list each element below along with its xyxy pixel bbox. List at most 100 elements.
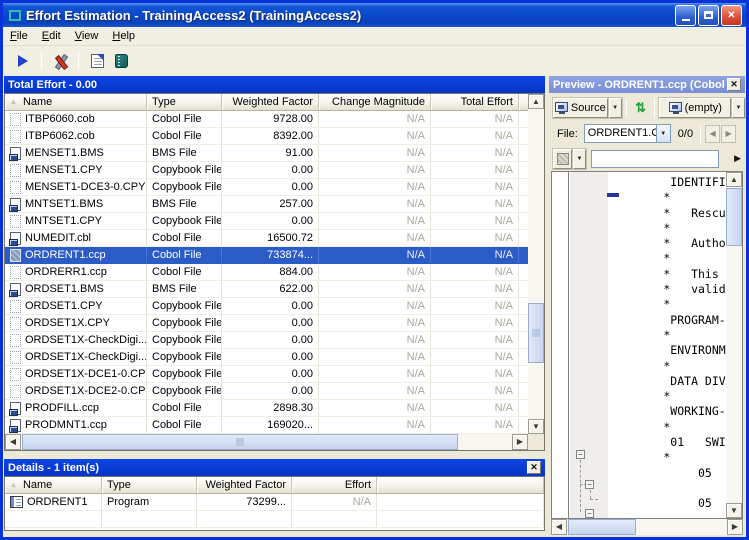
menu-view[interactable]: View xyxy=(68,28,106,44)
table-row[interactable]: PRODFILL.ccpCobol File2898.30N/AN/A xyxy=(5,400,528,417)
code-hscrollbar[interactable]: ◀ ▶ xyxy=(551,519,743,535)
cell-total-effort: N/A xyxy=(431,128,519,144)
next-file-button[interactable]: ▶ xyxy=(721,125,736,143)
table-row[interactable]: ORDSET1X-CheckDigi...Copybook File0.00N/… xyxy=(5,332,528,349)
column-header-type[interactable]: Type xyxy=(102,477,197,494)
column-header-total-effort[interactable]: Total Effort xyxy=(431,94,519,111)
hscroll-thumb[interactable] xyxy=(568,519,636,535)
table-row[interactable]: MNTSET1.CPYCopybook File0.00N/AN/A xyxy=(5,213,528,230)
cell-value: N/A xyxy=(495,130,513,142)
page-dashed-icon xyxy=(10,130,21,143)
cell-value: 91.00 xyxy=(285,147,313,159)
cell-weighted-factor: 0.00 xyxy=(222,179,319,195)
vscroll-thumb[interactable] xyxy=(726,188,742,246)
cell-change-magnitude: N/A xyxy=(319,179,431,195)
options-button[interactable] xyxy=(48,50,72,72)
menu-file[interactable]: File xyxy=(3,28,35,44)
cell-total-effort: N/A xyxy=(431,213,519,229)
marker-style-dropdown[interactable]: ▼ xyxy=(573,149,586,169)
table-row[interactable]: ITBP6060.cobCobol File9728.00N/AN/A xyxy=(5,111,528,128)
table-row[interactable]: MENSET1.CPYCopybook File0.00N/AN/A xyxy=(5,162,528,179)
table-row[interactable]: ORDSET1.BMSBMS File622.00N/AN/A xyxy=(5,281,528,298)
column-header-weighted-factor[interactable]: Weighted Factor xyxy=(197,477,292,494)
table-row[interactable]: ITBP6062.cobCobol File8392.00N/AN/A xyxy=(5,128,528,145)
fold-collapse-marker[interactable] xyxy=(607,193,619,197)
cell-type: Copybook File xyxy=(147,383,222,399)
details-close-button[interactable]: ✕ xyxy=(527,461,541,474)
menu-edit[interactable]: Edit xyxy=(35,28,68,44)
file-name: ORDRENT1.ccp xyxy=(25,249,106,261)
table-row[interactable]: NUMEDIT.cblCobol File16500.72N/AN/A xyxy=(5,230,528,247)
cell-value: N/A xyxy=(407,419,425,431)
marker-style-button[interactable] xyxy=(553,149,572,169)
scroll-up-button[interactable]: ▲ xyxy=(528,94,544,109)
search-next-button[interactable]: ▶ xyxy=(734,153,741,164)
toolbar-separator xyxy=(41,52,42,70)
code-text[interactable]: IDENTIFI * * RescueW * * Author: * * Thi… xyxy=(608,175,740,512)
search-input[interactable] xyxy=(591,150,719,168)
table-row[interactable]: ORDRENT1.ccpCobol File733874...N/AN/A xyxy=(5,247,528,264)
fold-toggle-icon[interactable]: − xyxy=(576,450,585,459)
scroll-down-button[interactable]: ▼ xyxy=(726,503,742,518)
cell-total-effort: N/A xyxy=(431,162,519,178)
column-header-label: Type xyxy=(107,479,131,491)
cell-value: 16500.72 xyxy=(267,232,313,244)
cell-value: Copybook File xyxy=(152,164,222,176)
fold-toggle-icon[interactable]: − xyxy=(585,509,594,518)
column-header-effort[interactable]: Effort xyxy=(292,477,377,494)
preview-close-button[interactable]: ✕ xyxy=(727,78,741,91)
maximize-button[interactable] xyxy=(698,5,719,26)
hscroll-thumb[interactable] xyxy=(22,434,458,450)
cell-name: ORDSET1X-DCE2-0.CPY xyxy=(5,383,147,399)
empty-view-dropdown[interactable]: ▼ xyxy=(732,98,745,118)
column-header-name[interactable]: ▲Name xyxy=(5,94,147,111)
cell-weighted-factor: 733874... xyxy=(222,247,319,263)
fold-toggle-icon[interactable]: − xyxy=(585,480,594,489)
page-dashed-icon xyxy=(10,334,21,347)
table-row[interactable]: ORDSET1X.CPYCopybook File0.00N/AN/A xyxy=(5,315,528,332)
table-row[interactable]: ORDRERR1.ccpCobol File884.00N/AN/A xyxy=(5,264,528,281)
cell-total-effort: N/A xyxy=(431,247,519,263)
scroll-right-button[interactable]: ▶ xyxy=(727,519,743,535)
table-row[interactable]: PRODMNT1.ccpCobol File169020...N/AN/A xyxy=(5,417,528,434)
total-effort-vscrollbar[interactable] xyxy=(528,94,544,434)
refresh-icon[interactable]: ⇅ xyxy=(631,100,651,116)
run-estimation-button[interactable] xyxy=(11,50,35,72)
file-name: ITBP6060.cob xyxy=(25,113,95,125)
table-row[interactable]: MENSET1.BMSBMS File91.00N/AN/A xyxy=(5,145,528,162)
previous-file-button[interactable]: ◀ xyxy=(705,125,720,143)
close-button[interactable]: ✕ xyxy=(721,5,742,26)
chevron-down-icon[interactable]: ▼ xyxy=(656,124,671,143)
column-header-weighted-factor[interactable]: Weighted Factor xyxy=(222,94,319,111)
scroll-left-button[interactable]: ◀ xyxy=(5,434,21,450)
cell-value: N/A xyxy=(407,164,425,176)
minimize-icon xyxy=(682,19,690,21)
table-row[interactable]: MNTSET1.BMSBMS File257.00N/AN/A xyxy=(5,196,528,213)
table-row[interactable]: ORDSET1.CPYCopybook File0.00N/AN/A xyxy=(5,298,528,315)
table-row[interactable]: ORDSET1X-DCE2-0.CPYCopybook File0.00N/AN… xyxy=(5,383,528,400)
vscroll-thumb[interactable] xyxy=(528,303,544,363)
source-view-button[interactable]: Source xyxy=(553,98,608,118)
cell-value: Copybook File xyxy=(152,317,222,329)
table-row[interactable]: ORDSET1X-CheckDigi...Copybook File0.00N/… xyxy=(5,349,528,366)
column-header-change-magnitude[interactable]: Change Magnitude xyxy=(319,94,431,111)
report-button[interactable] xyxy=(109,50,133,72)
file-name: MENSET1.BMS xyxy=(25,147,104,159)
table-row[interactable]: MENSET1-DCE3-0.CPYCopybook File0.00N/AN/… xyxy=(5,179,528,196)
table-row[interactable]: ORDRENT1Program73299...N/A xyxy=(5,494,544,511)
menu-help[interactable]: Help xyxy=(105,28,142,44)
scroll-up-button[interactable]: ▲ xyxy=(726,172,742,187)
empty-view-button[interactable]: (empty) xyxy=(659,98,731,118)
column-header-name[interactable]: ▲Name xyxy=(5,477,102,494)
scroll-right-button[interactable]: ▶ xyxy=(512,434,528,450)
table-row[interactable]: ORDSET1X-DCE1-0.CPYCopybook File0.00N/AN… xyxy=(5,366,528,383)
properties-button[interactable] xyxy=(85,50,109,72)
scroll-left-button[interactable]: ◀ xyxy=(551,519,567,535)
file-combobox[interactable]: ORDRENT1.CCP ▼ xyxy=(584,124,671,143)
minimize-button[interactable] xyxy=(675,5,696,26)
cell-value: N/A xyxy=(495,147,513,159)
scroll-down-button[interactable]: ▼ xyxy=(528,419,544,434)
source-view-dropdown[interactable]: ▼ xyxy=(609,98,622,118)
column-header-type[interactable]: Type xyxy=(147,94,222,111)
toolbar-separator xyxy=(78,52,79,70)
